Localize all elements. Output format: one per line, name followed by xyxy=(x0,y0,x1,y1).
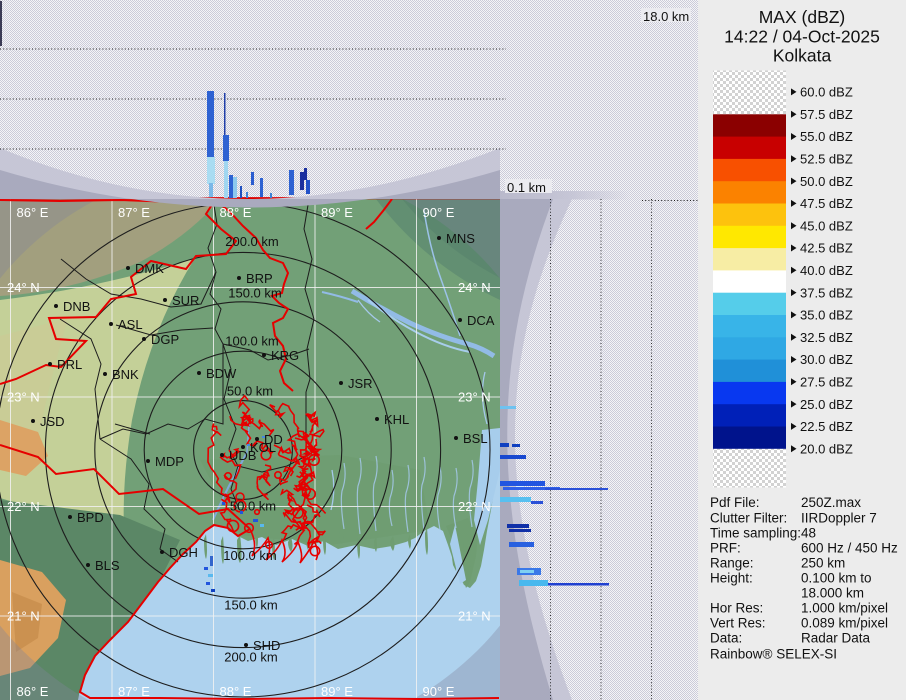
svg-text:Hor Res:: Hor Res: xyxy=(710,601,763,616)
svg-text:UDB: UDB xyxy=(229,448,256,463)
svg-text:Clutter Filter:: Clutter Filter: xyxy=(710,510,787,525)
svg-text:42.5 dBZ: 42.5 dBZ xyxy=(800,241,853,256)
svg-text:22° N: 22° N xyxy=(458,499,491,514)
svg-text:Radar Data: Radar Data xyxy=(801,630,871,645)
svg-text:DNB: DNB xyxy=(63,299,90,314)
svg-text:0.1 km: 0.1 km xyxy=(507,180,546,195)
svg-text:24° N: 24° N xyxy=(7,280,40,295)
svg-text:DMK: DMK xyxy=(135,261,164,276)
svg-text:89° E: 89° E xyxy=(321,205,353,220)
svg-text:JSR: JSR xyxy=(348,376,373,391)
svg-text:Kolkata: Kolkata xyxy=(773,46,832,66)
svg-text:18.0 km: 18.0 km xyxy=(643,9,689,24)
svg-text:18.000 km: 18.000 km xyxy=(801,586,864,601)
svg-text:87° E: 87° E xyxy=(118,205,150,220)
svg-text:20.0 dBZ: 20.0 dBZ xyxy=(800,441,853,456)
svg-text:BNK: BNK xyxy=(112,367,139,382)
svg-text:MNS: MNS xyxy=(446,231,475,246)
svg-text:ASL: ASL xyxy=(118,317,143,332)
svg-text:DCA: DCA xyxy=(467,313,495,328)
svg-text:52.5 dBZ: 52.5 dBZ xyxy=(800,152,853,167)
svg-text:90° E: 90° E xyxy=(423,684,455,699)
svg-text:100.0 km: 100.0 km xyxy=(223,548,276,563)
svg-text:BSL: BSL xyxy=(463,431,488,446)
svg-text:88° E: 88° E xyxy=(220,684,252,699)
svg-text:0.100 km to: 0.100 km to xyxy=(801,571,872,586)
svg-text:Height:: Height: xyxy=(710,571,753,586)
svg-text:22.5 dBZ: 22.5 dBZ xyxy=(800,419,853,434)
svg-text:48: 48 xyxy=(801,525,816,540)
svg-text:SHD: SHD xyxy=(253,638,280,653)
svg-text:200.0 km: 200.0 km xyxy=(225,234,278,249)
svg-text:Rainbow® SELEX-SI: Rainbow® SELEX-SI xyxy=(710,647,837,662)
svg-text:40.0 dBZ: 40.0 dBZ xyxy=(800,263,853,278)
svg-text:30.0 dBZ: 30.0 dBZ xyxy=(800,352,853,367)
svg-text:50.0 km: 50.0 km xyxy=(230,499,276,514)
svg-text:250 km: 250 km xyxy=(801,556,845,571)
svg-text:KHL: KHL xyxy=(384,412,409,427)
svg-text:0.089 km/pixel: 0.089 km/pixel xyxy=(801,615,888,630)
svg-text:Data:: Data: xyxy=(710,630,742,645)
svg-text:PRF:: PRF: xyxy=(710,541,741,556)
svg-text:150.0 km: 150.0 km xyxy=(224,598,277,613)
svg-text:BLS: BLS xyxy=(95,558,120,573)
svg-text:MAX (dBZ): MAX (dBZ) xyxy=(759,7,846,27)
svg-text:57.5 dBZ: 57.5 dBZ xyxy=(800,107,853,122)
svg-text:Time sampling:: Time sampling: xyxy=(710,525,801,540)
svg-text:BPD: BPD xyxy=(77,510,104,525)
svg-text:250Z.max: 250Z.max xyxy=(801,495,861,510)
svg-text:IIRDoppler 7: IIRDoppler 7 xyxy=(801,510,877,525)
svg-text:21° N: 21° N xyxy=(7,609,40,624)
svg-text:DGH: DGH xyxy=(169,545,198,560)
svg-text:JSD: JSD xyxy=(40,414,65,429)
svg-text:35.0 dBZ: 35.0 dBZ xyxy=(800,308,853,323)
svg-text:25.0 dBZ: 25.0 dBZ xyxy=(800,397,853,412)
svg-text:Vert Res:: Vert Res: xyxy=(710,615,766,630)
svg-text:23° N: 23° N xyxy=(7,390,40,405)
svg-text:MDP: MDP xyxy=(155,454,184,469)
svg-text:90° E: 90° E xyxy=(423,205,455,220)
svg-text:22° N: 22° N xyxy=(7,499,40,514)
svg-text:SUR: SUR xyxy=(172,293,199,308)
svg-text:Pdf File:: Pdf File: xyxy=(710,495,760,510)
svg-text:27.5 dBZ: 27.5 dBZ xyxy=(800,375,853,390)
svg-text:14:22 / 04-Oct-2025: 14:22 / 04-Oct-2025 xyxy=(724,27,880,47)
svg-text:37.5 dBZ: 37.5 dBZ xyxy=(800,285,853,300)
svg-text:55.0 dBZ: 55.0 dBZ xyxy=(800,129,853,144)
svg-text:100.0 km: 100.0 km xyxy=(225,334,278,349)
svg-text:KRG: KRG xyxy=(271,348,299,363)
svg-text:86° E: 86° E xyxy=(17,205,49,220)
svg-text:PRL: PRL xyxy=(57,357,82,372)
svg-text:89° E: 89° E xyxy=(321,684,353,699)
svg-text:50.0 km: 50.0 km xyxy=(227,384,273,399)
svg-text:Range:: Range: xyxy=(710,556,754,571)
svg-text:24° N: 24° N xyxy=(458,280,491,295)
svg-text:600 Hz / 450 Hz: 600 Hz / 450 Hz xyxy=(801,541,898,556)
svg-text:47.5 dBZ: 47.5 dBZ xyxy=(800,196,853,211)
svg-text:150.0 km: 150.0 km xyxy=(228,286,281,301)
svg-text:23° N: 23° N xyxy=(458,390,491,405)
svg-text:50.0 dBZ: 50.0 dBZ xyxy=(800,174,853,189)
svg-text:87° E: 87° E xyxy=(118,684,150,699)
svg-text:BRP: BRP xyxy=(246,271,273,286)
svg-text:BDW: BDW xyxy=(206,366,237,381)
svg-text:DGP: DGP xyxy=(151,332,179,347)
svg-text:1.000 km/pixel: 1.000 km/pixel xyxy=(801,601,888,616)
svg-text:45.0 dBZ: 45.0 dBZ xyxy=(800,218,853,233)
svg-text:32.5 dBZ: 32.5 dBZ xyxy=(800,330,853,345)
svg-text:21° N: 21° N xyxy=(458,609,491,624)
svg-text:60.0 dBZ: 60.0 dBZ xyxy=(800,85,853,100)
svg-text:86° E: 86° E xyxy=(17,684,49,699)
